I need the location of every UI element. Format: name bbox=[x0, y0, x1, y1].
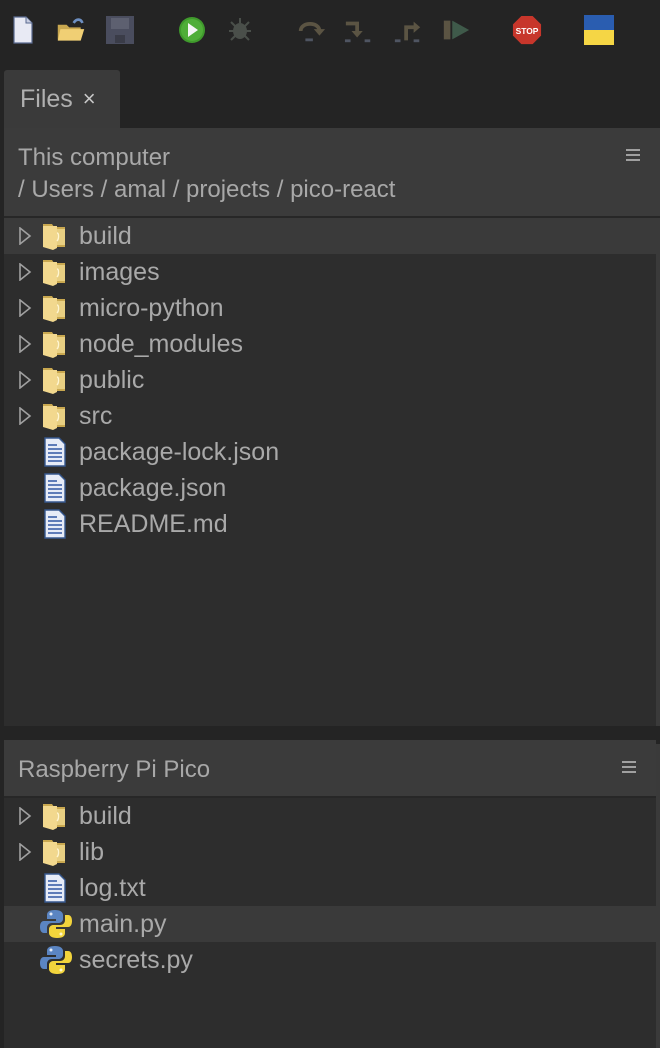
ukraine-flag-icon bbox=[584, 15, 614, 45]
tab-files-label: Files bbox=[20, 84, 73, 113]
device-panel-menu-icon[interactable] bbox=[622, 761, 636, 774]
new-file-button[interactable] bbox=[8, 14, 38, 46]
stop-button[interactable]: STOP bbox=[512, 14, 542, 46]
python-file-icon bbox=[40, 945, 72, 975]
tab-files[interactable]: Files × bbox=[4, 70, 120, 128]
tree-folder-row[interactable]: src bbox=[4, 398, 660, 434]
step-out-button[interactable] bbox=[393, 14, 423, 46]
folder-icon bbox=[40, 401, 70, 431]
ukraine-flag-button[interactable] bbox=[584, 14, 614, 46]
tree-item-label: lib bbox=[79, 837, 105, 866]
run-play-icon bbox=[179, 17, 205, 43]
run-button[interactable] bbox=[177, 14, 207, 46]
debug-button[interactable] bbox=[225, 14, 255, 46]
local-panel-header: This computer / Users / amal / projects … bbox=[4, 128, 660, 218]
debug-bug-icon bbox=[229, 18, 251, 41]
step-into-icon bbox=[344, 21, 371, 43]
expand-arrow-icon[interactable] bbox=[18, 406, 32, 426]
tree-folder-row[interactable]: lib bbox=[4, 834, 656, 870]
tree-file-row[interactable]: package.json bbox=[4, 470, 660, 506]
save-button[interactable] bbox=[105, 14, 135, 46]
text-file-icon bbox=[40, 873, 70, 903]
tree-item-label: build bbox=[79, 221, 132, 250]
expand-arrow-icon[interactable] bbox=[18, 842, 32, 862]
tree-folder-row[interactable]: micro-python bbox=[4, 290, 660, 326]
tree-item-label: secrets.py bbox=[79, 945, 193, 974]
resume-button[interactable] bbox=[441, 14, 471, 46]
device-panel-title: Raspberry Pi Pico bbox=[18, 756, 211, 783]
tree-folder-row[interactable]: build bbox=[4, 798, 656, 834]
folder-icon bbox=[40, 329, 70, 359]
step-over-button[interactable] bbox=[296, 14, 326, 46]
step-over-icon bbox=[298, 22, 326, 42]
local-scrollbar[interactable] bbox=[656, 218, 660, 726]
tree-item-label: package.json bbox=[79, 473, 227, 502]
tree-item-label: images bbox=[79, 257, 160, 286]
expand-arrow-icon[interactable] bbox=[18, 226, 32, 246]
tree-item-label: package-lock.json bbox=[79, 437, 280, 466]
tree-item-label: README.md bbox=[79, 509, 228, 538]
device-panel-header: Raspberry Pi Pico bbox=[4, 740, 656, 798]
tab-bar: Files × bbox=[0, 66, 660, 128]
open-folder-icon bbox=[57, 18, 85, 41]
tree-item-label: src bbox=[79, 401, 113, 430]
local-panel-menu-icon[interactable] bbox=[626, 149, 640, 162]
tree-file-row[interactable]: log.txt bbox=[4, 870, 656, 906]
tree-folder-row[interactable]: build bbox=[4, 218, 660, 254]
folder-icon bbox=[40, 837, 70, 867]
text-file-icon bbox=[40, 473, 70, 503]
tree-item-label: main.py bbox=[79, 909, 167, 938]
tree-folder-row[interactable]: node_modules bbox=[4, 326, 660, 362]
step-into-button[interactable] bbox=[344, 14, 374, 46]
tree-folder-row[interactable]: public bbox=[4, 362, 660, 398]
tree-file-row[interactable]: README.md bbox=[4, 506, 660, 542]
new-file-icon bbox=[13, 16, 33, 44]
device-scrollbar[interactable] bbox=[656, 744, 660, 1048]
tree-item-label: node_modules bbox=[79, 329, 244, 358]
expand-arrow-icon[interactable] bbox=[18, 262, 32, 282]
toolbar: STOP bbox=[0, 0, 660, 62]
python-file-icon bbox=[40, 909, 72, 939]
tree-item-label: build bbox=[79, 801, 132, 830]
expand-arrow-icon[interactable] bbox=[18, 298, 32, 318]
folder-icon bbox=[40, 365, 70, 395]
folder-icon bbox=[40, 257, 70, 287]
step-out-icon bbox=[394, 21, 421, 43]
resume-icon bbox=[443, 20, 470, 40]
breadcrumb[interactable]: / Users / amal / projects / pico-react bbox=[18, 176, 395, 204]
tree-file-row[interactable]: secrets.py bbox=[4, 942, 656, 978]
device-files-panel: Raspberry Pi Pico build lib log.txt main.py… bbox=[4, 740, 656, 1048]
tree-item-label: public bbox=[79, 365, 145, 394]
folder-icon bbox=[40, 801, 70, 831]
folder-icon bbox=[40, 221, 70, 251]
tree-item-label: log.txt bbox=[79, 873, 146, 902]
expand-arrow-icon[interactable] bbox=[18, 806, 32, 826]
expand-arrow-icon[interactable] bbox=[18, 334, 32, 354]
stop-sign-icon: STOP bbox=[512, 15, 542, 45]
local-panel-title: This computer bbox=[18, 144, 171, 171]
close-icon[interactable]: × bbox=[83, 86, 96, 112]
tree-item-label: micro-python bbox=[79, 293, 224, 322]
tree-file-row[interactable]: package-lock.json bbox=[4, 434, 660, 470]
text-file-icon bbox=[40, 509, 70, 539]
tree-folder-row[interactable]: images bbox=[4, 254, 660, 290]
local-files-panel: This computer / Users / amal / projects … bbox=[4, 128, 660, 726]
text-file-icon bbox=[40, 437, 70, 467]
stop-label: STOP bbox=[516, 26, 539, 36]
open-file-button[interactable] bbox=[56, 14, 86, 46]
tree-file-row[interactable]: main.py bbox=[4, 906, 656, 942]
save-floppy-icon bbox=[106, 16, 134, 44]
folder-icon bbox=[40, 293, 70, 323]
expand-arrow-icon[interactable] bbox=[18, 370, 32, 390]
